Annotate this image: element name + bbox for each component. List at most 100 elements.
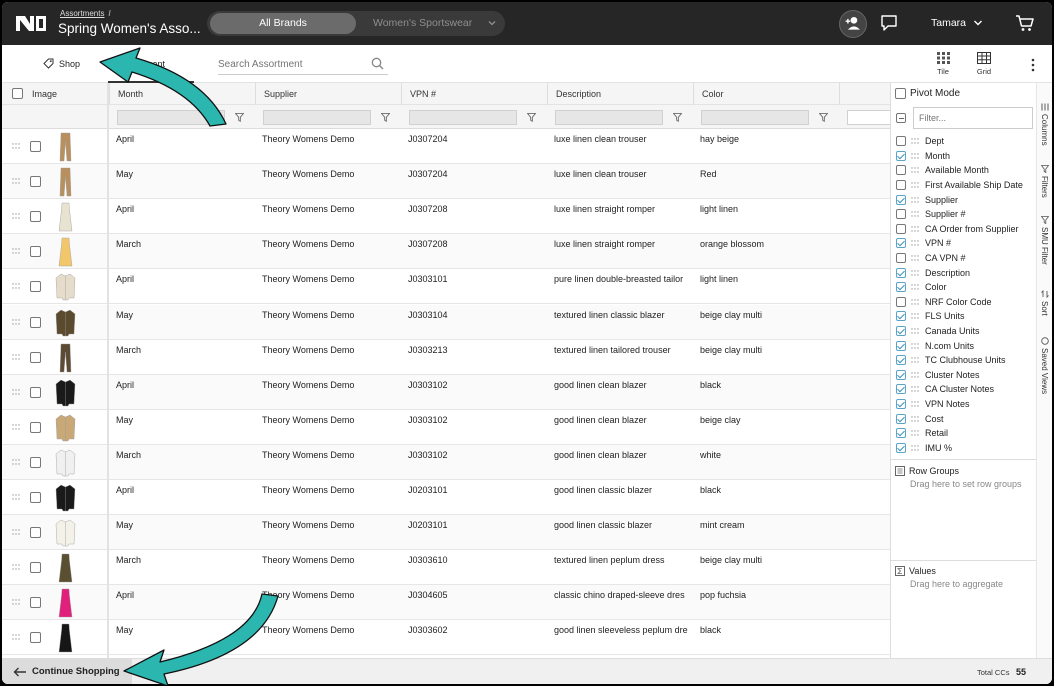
product-thumbnail[interactable] — [52, 588, 79, 618]
filter-icon[interactable] — [235, 113, 244, 122]
brand-switcher[interactable]: All Brands Women's Sportswear — [207, 11, 505, 36]
filter-input-supplier[interactable] — [263, 110, 371, 125]
column-toggle-item[interactable]: Dept — [896, 134, 1023, 149]
table-row[interactable]: April Theory Womens Demo J0303101 pure l… — [2, 269, 890, 305]
table-row[interactable]: April Theory Womens Demo J0304605 classi… — [2, 585, 890, 621]
table-row[interactable]: May Theory Womens Demo J0303602 good lin… — [2, 620, 890, 656]
column-checkbox[interactable] — [896, 296, 906, 307]
side-tab-saved-views[interactable]: Saved Views — [1037, 337, 1052, 394]
filter-input-month[interactable] — [117, 110, 225, 125]
drag-handle-icon[interactable] — [911, 167, 919, 174]
filter-input-description[interactable] — [555, 110, 663, 125]
table-row[interactable]: March Theory Womens Demo J0303213 textur… — [2, 340, 890, 375]
column-toggle-item[interactable]: Retail — [896, 426, 1023, 441]
product-thumbnail[interactable] — [52, 308, 79, 338]
drag-handle-icon[interactable] — [911, 240, 919, 247]
column-toggle-item[interactable]: IMU % — [896, 440, 1023, 455]
column-header-supplier[interactable]: Supplier — [255, 83, 297, 105]
table-row[interactable]: April Theory Womens Demo J0303102 good l… — [2, 374, 890, 410]
product-thumbnail[interactable] — [52, 272, 79, 302]
row-checkbox[interactable] — [30, 492, 41, 503]
column-checkbox[interactable] — [896, 209, 906, 220]
column-checkbox[interactable] — [896, 267, 906, 278]
column-toggle-item[interactable]: Supplier # — [896, 207, 1023, 222]
product-thumbnail[interactable] — [52, 132, 79, 162]
row-checkbox[interactable] — [30, 386, 41, 398]
search-box[interactable] — [218, 55, 388, 75]
column-checkbox[interactable] — [896, 326, 906, 337]
column-header-vpn[interactable]: VPN # — [401, 83, 436, 105]
column-header-month[interactable]: Month — [109, 83, 143, 105]
brand-option-womens-sportswear[interactable]: Women's Sportswear — [373, 11, 472, 36]
product-thumbnail[interactable] — [52, 202, 79, 232]
product-thumbnail[interactable] — [52, 413, 79, 443]
tab-shop[interactable]: Shop — [43, 58, 80, 69]
row-checkbox[interactable] — [30, 211, 41, 223]
column-checkbox[interactable] — [896, 194, 906, 205]
column-checkbox[interactable] — [896, 355, 906, 366]
column-checkbox[interactable] — [896, 428, 906, 439]
drag-handle-icon[interactable] — [12, 634, 20, 641]
column-toggle-item[interactable]: Cluster Notes — [896, 368, 1023, 383]
continue-shopping-button[interactable]: Continue Shopping — [2, 659, 132, 684]
column-toggle-item[interactable]: Color — [896, 280, 1023, 295]
drag-handle-icon[interactable] — [12, 353, 20, 360]
product-thumbnail[interactable] — [52, 237, 79, 267]
column-checkbox[interactable] — [896, 413, 906, 424]
drag-handle-icon[interactable] — [911, 445, 919, 451]
column-toggle-item[interactable]: CA Order from Supplier — [896, 222, 1023, 237]
product-thumbnail[interactable] — [52, 378, 79, 408]
column-filter-input[interactable] — [913, 107, 1033, 129]
drag-handle-icon[interactable] — [911, 430, 919, 436]
filter-icon[interactable] — [673, 113, 682, 122]
product-thumbnail[interactable] — [52, 343, 79, 373]
drag-handle-icon[interactable] — [12, 424, 20, 430]
row-checkbox[interactable] — [30, 597, 41, 609]
breadcrumb-assortments-link[interactable]: Assortments — [60, 9, 104, 18]
column-toggle-item[interactable]: NRF Color Code — [896, 295, 1023, 310]
add-user-button[interactable] — [839, 10, 867, 38]
column-checkbox[interactable] — [896, 384, 906, 395]
drag-handle-icon[interactable] — [911, 372, 919, 378]
cart-icon[interactable] — [1015, 13, 1035, 33]
table-row[interactable]: May Theory Womens Demo J0203101 good lin… — [2, 515, 890, 551]
table-row[interactable]: April Theory Womens Demo J0307208 luxe l… — [2, 199, 890, 235]
pivot-mode-checkbox[interactable] — [895, 88, 906, 99]
row-checkbox[interactable] — [30, 141, 41, 152]
brand-option-all-brands[interactable]: All Brands — [210, 13, 356, 34]
search-icon[interactable] — [371, 57, 384, 70]
drag-handle-icon[interactable] — [911, 284, 919, 290]
filter-input-vpn[interactable] — [409, 110, 517, 125]
drag-handle-icon[interactable] — [911, 211, 919, 217]
product-thumbnail[interactable] — [52, 553, 79, 583]
drag-handle-icon[interactable] — [911, 196, 919, 203]
table-row[interactable]: April Theory Womens Demo J0307204 luxe l… — [2, 129, 890, 164]
column-checkbox[interactable] — [896, 223, 906, 234]
row-checkbox[interactable] — [30, 176, 41, 188]
drag-handle-icon[interactable] — [911, 328, 919, 334]
row-checkbox[interactable] — [30, 351, 41, 363]
side-tab-sort[interactable]: Sort — [1037, 290, 1052, 316]
column-header-next[interactable] — [839, 83, 848, 105]
select-all-checkbox[interactable] — [12, 88, 23, 99]
drag-handle-icon[interactable] — [12, 248, 20, 254]
column-checkbox[interactable] — [896, 136, 906, 147]
user-menu-name[interactable]: Tamara — [931, 17, 966, 29]
more-options-icon[interactable] — [1030, 58, 1036, 72]
table-row[interactable]: May Theory Womens Demo J0307204 luxe lin… — [2, 164, 890, 200]
column-checkbox[interactable] — [896, 238, 906, 249]
values-dropzone[interactable]: Drag here to aggregate — [910, 579, 1003, 589]
side-tab-smu-filter[interactable]: SMU Filter — [1037, 216, 1052, 265]
column-toggle-item[interactable]: Cost — [896, 411, 1023, 426]
grid-view-button[interactable]: Grid — [971, 52, 997, 76]
drag-handle-icon[interactable] — [12, 599, 20, 605]
table-row[interactable]: March Theory Womens Demo J0307208 luxe l… — [2, 234, 890, 270]
product-thumbnail[interactable] — [52, 518, 79, 548]
brand-logo-icon[interactable] — [15, 14, 47, 33]
column-checkbox[interactable] — [896, 369, 906, 380]
column-toggle-item[interactable]: FLS Units — [896, 309, 1023, 324]
drag-handle-icon[interactable] — [911, 401, 919, 407]
drag-handle-icon[interactable] — [911, 226, 919, 232]
column-header-color[interactable]: Color — [693, 83, 724, 105]
column-toggle-item[interactable]: First Available Ship Date — [896, 178, 1023, 193]
